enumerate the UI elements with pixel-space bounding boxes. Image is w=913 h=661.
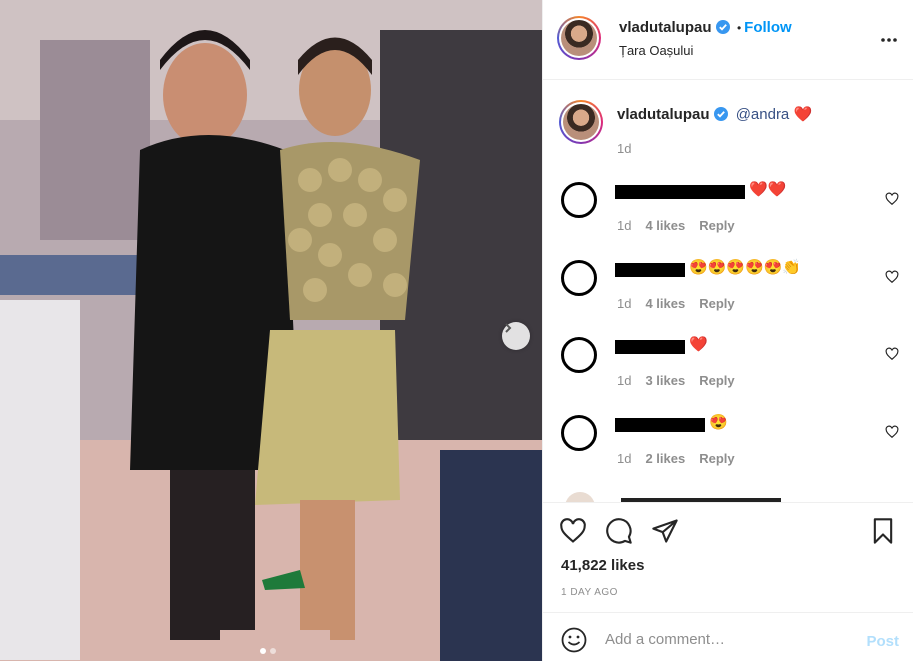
comment-icon[interactable] [605, 517, 633, 545]
comment-text: ❤️ [689, 336, 708, 353]
caption-emoji: ❤️ [793, 106, 813, 123]
caption-text: vladutalupau @andra ❤️ [617, 105, 812, 123]
caption-avatar[interactable] [559, 100, 603, 144]
comment-meta: 1d 3 likes Reply [617, 373, 735, 388]
carousel-dot-active [260, 648, 266, 654]
comment-composer: Post [543, 612, 913, 661]
comment-username-redacted[interactable] [615, 263, 685, 277]
author-row: vladutalupau • Follow [619, 19, 792, 37]
author-avatar[interactable] [557, 16, 601, 60]
comment-username-redacted[interactable] [615, 340, 685, 354]
comment-meta: 1d 4 likes Reply [617, 296, 735, 311]
verified-icon [715, 20, 730, 34]
comment-username-redacted[interactable] [615, 185, 745, 199]
reply-button[interactable]: Reply [699, 373, 734, 388]
comment-avatar[interactable] [561, 337, 597, 373]
comment-likes[interactable]: 4 likes [645, 296, 685, 311]
verified-icon [713, 107, 728, 121]
chevron-right-icon [505, 323, 512, 333]
heart-icon[interactable] [559, 517, 587, 545]
reply-button[interactable]: Reply [699, 218, 734, 233]
follow-button[interactable]: Follow [744, 19, 792, 36]
comment-text: 😍 [709, 414, 728, 431]
photo-illustration [0, 0, 542, 661]
partial-comment [565, 492, 865, 502]
more-icon[interactable] [879, 30, 899, 50]
separator-dot: • [736, 21, 742, 35]
comment-item: 😍 1d 2 likes Reply [559, 413, 899, 473]
comment-likes[interactable]: 3 likes [645, 373, 685, 388]
comment-time: 1d [617, 218, 632, 233]
post-actions: 41,822 likes 1 DAY AGO [543, 502, 913, 612]
comment-time: 1d [617, 451, 632, 466]
carousel-dots [260, 648, 276, 654]
comment-likes[interactable]: 2 likes [645, 451, 685, 466]
next-image-button[interactable] [502, 322, 530, 350]
heart-icon[interactable] [885, 347, 899, 361]
comment-avatar[interactable] [561, 260, 597, 296]
post-comment-button[interactable]: Post [866, 633, 899, 650]
smiley-icon[interactable] [561, 627, 587, 653]
comment-item: ❤️ 1d 3 likes Reply [559, 335, 899, 395]
caption-time: 1d [617, 141, 632, 156]
post-panel: vladutalupau • Follow Țara Oașului vladut… [542, 0, 913, 661]
post-photo[interactable] [0, 0, 542, 661]
post-location[interactable]: Țara Oașului [619, 43, 693, 58]
heart-icon[interactable] [885, 270, 899, 284]
comment-text: 😍😍😍😍😍👏 [689, 259, 802, 276]
comment-time: 1d [617, 373, 632, 388]
comment-avatar[interactable] [561, 415, 597, 451]
comment-username-redacted[interactable] [615, 418, 705, 432]
comment-time: 1d [617, 296, 632, 311]
comment-avatar[interactable] [561, 182, 597, 218]
carousel-dot [270, 648, 276, 654]
comment-text: ❤️❤️ [749, 181, 787, 198]
reply-button[interactable]: Reply [699, 451, 734, 466]
comment-item: ❤️❤️ 1d 4 likes Reply [559, 180, 899, 240]
comment-avatar[interactable] [565, 492, 595, 502]
heart-icon[interactable] [885, 192, 899, 206]
author-username[interactable]: vladutalupau [619, 19, 712, 36]
reply-button[interactable]: Reply [699, 296, 734, 311]
caption-username[interactable]: vladutalupau [617, 106, 710, 123]
comment-item: 😍😍😍😍😍👏 1d 4 likes Reply [559, 258, 899, 318]
comment-input[interactable] [605, 625, 845, 653]
heart-icon[interactable] [885, 425, 899, 439]
comments-list[interactable]: vladutalupau @andra ❤️ 1d ❤️❤️ 1d 4 like… [543, 80, 913, 502]
bookmark-icon[interactable] [869, 517, 897, 545]
comment-likes[interactable]: 4 likes [645, 218, 685, 233]
caption-mention[interactable]: @andra [736, 106, 790, 123]
likes-count[interactable]: 41,822 likes [561, 557, 644, 574]
post-timestamp[interactable]: 1 DAY AGO [561, 587, 618, 598]
comment-meta: 1d 2 likes Reply [617, 451, 735, 466]
comment-meta: 1d 4 likes Reply [617, 218, 735, 233]
post-header: vladutalupau • Follow Țara Oașului [543, 0, 913, 80]
share-icon[interactable] [651, 517, 679, 545]
